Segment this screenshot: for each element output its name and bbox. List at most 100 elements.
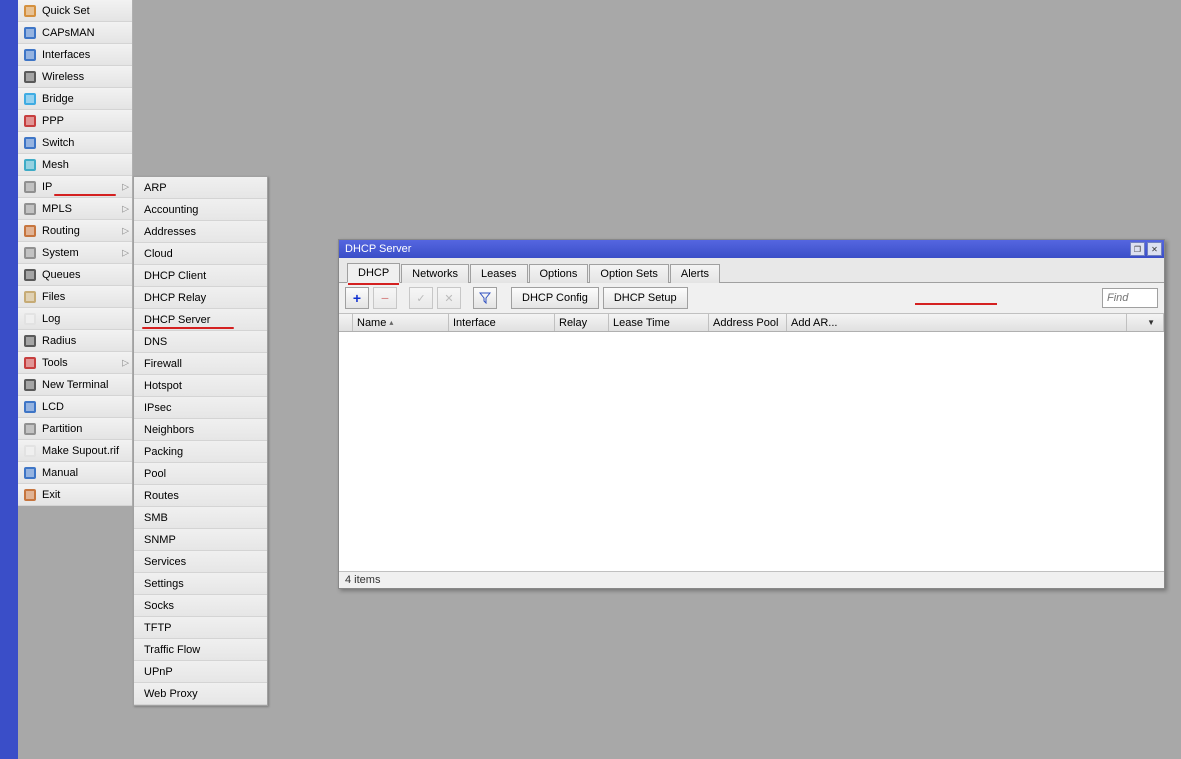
window-close-button[interactable]: ✕: [1147, 242, 1162, 256]
submenu-item-dhcp-server[interactable]: DHCP Server: [134, 309, 267, 331]
sidebar-item-interfaces[interactable]: Interfaces: [18, 44, 132, 66]
submenu-item-dhcp-client[interactable]: DHCP Client: [134, 265, 267, 287]
sidebar-item-exit[interactable]: Exit: [18, 484, 132, 506]
sidebar-item-ip[interactable]: IP▷: [18, 176, 132, 198]
submenu-item-socks[interactable]: Socks: [134, 595, 267, 617]
sidebar-item-label: Quick Set: [42, 5, 90, 17]
sidebar-item-quick-set[interactable]: Quick Set: [18, 0, 132, 22]
submenu-item-settings[interactable]: Settings: [134, 573, 267, 595]
enable-button[interactable]: ✓: [409, 287, 433, 309]
sidebar-item-ppp[interactable]: PPP: [18, 110, 132, 132]
submenu-item-pool[interactable]: Pool: [134, 463, 267, 485]
submenu-item-upnp[interactable]: UPnP: [134, 661, 267, 683]
sidebar-item-label: PPP: [42, 115, 64, 127]
find-input[interactable]: [1102, 288, 1158, 308]
submenu-item-neighbors[interactable]: Neighbors: [134, 419, 267, 441]
sidebar-item-wireless[interactable]: Wireless: [18, 66, 132, 88]
sidebar-item-make-supout-rif[interactable]: Make Supout.rif: [18, 440, 132, 462]
ip-submenu: ARPAccountingAddressesCloudDHCP ClientDH…: [133, 176, 268, 706]
window-titlebar[interactable]: DHCP Server ❐ ✕: [339, 240, 1164, 258]
sidebar-item-routing[interactable]: Routing▷: [18, 220, 132, 242]
submenu-item-label: Services: [144, 556, 186, 568]
sidebar-item-bridge[interactable]: Bridge: [18, 88, 132, 110]
submenu-item-traffic-flow[interactable]: Traffic Flow: [134, 639, 267, 661]
funnel-icon: [479, 292, 491, 304]
column-header-flag[interactable]: [339, 314, 353, 331]
sidebar-item-system[interactable]: System▷: [18, 242, 132, 264]
submenu-item-label: Traffic Flow: [144, 644, 200, 656]
tab-label: Alerts: [681, 268, 709, 280]
sidebar-item-label: Radius: [42, 335, 76, 347]
tab-options[interactable]: Options: [529, 264, 589, 283]
window-restore-button[interactable]: ❐: [1130, 242, 1145, 256]
tab-option-sets[interactable]: Option Sets: [589, 264, 668, 283]
submenu-item-web-proxy[interactable]: Web Proxy: [134, 683, 267, 705]
disable-button[interactable]: ✕: [437, 287, 461, 309]
submenu-item-packing[interactable]: Packing: [134, 441, 267, 463]
column-chooser-button[interactable]: ▼: [1127, 314, 1164, 331]
sidebar-item-partition[interactable]: Partition: [18, 418, 132, 440]
sidebar-item-label: New Terminal: [42, 379, 108, 391]
sidebar-item-new-terminal[interactable]: New Terminal: [18, 374, 132, 396]
sidebar-item-label: CAPsMAN: [42, 27, 95, 39]
remove-button[interactable]: −: [373, 287, 397, 309]
lcd-icon: [22, 399, 38, 415]
sidebar-item-lcd[interactable]: LCD: [18, 396, 132, 418]
column-label: Lease Time: [613, 317, 670, 329]
sidebar-item-mpls[interactable]: MPLS▷: [18, 198, 132, 220]
submenu-item-label: Web Proxy: [144, 688, 198, 700]
sidebar-item-queues[interactable]: Queues: [18, 264, 132, 286]
submenu-item-services[interactable]: Services: [134, 551, 267, 573]
sidebar-item-manual[interactable]: Manual: [18, 462, 132, 484]
submenu-item-label: Socks: [144, 600, 174, 612]
sidebar-item-files[interactable]: Files: [18, 286, 132, 308]
submenu-item-snmp[interactable]: SNMP: [134, 529, 267, 551]
left-blue-bar: [0, 0, 18, 759]
submenu-item-tftp[interactable]: TFTP: [134, 617, 267, 639]
wireless-icon: [22, 69, 38, 85]
submenu-item-hotspot[interactable]: Hotspot: [134, 375, 267, 397]
tab-label: DHCP: [358, 267, 389, 279]
column-header-relay[interactable]: Relay: [555, 314, 609, 331]
sidebar-item-mesh[interactable]: Mesh: [18, 154, 132, 176]
sidebar-item-switch[interactable]: Switch: [18, 132, 132, 154]
radius-icon: [22, 333, 38, 349]
tab-alerts[interactable]: Alerts: [670, 264, 720, 283]
column-header-address-pool[interactable]: Address Pool: [709, 314, 787, 331]
tab-networks[interactable]: Networks: [401, 264, 469, 283]
column-header-name[interactable]: Name▴: [353, 314, 449, 331]
submenu-item-dns[interactable]: DNS: [134, 331, 267, 353]
table-body[interactable]: [339, 332, 1164, 572]
manual-icon: [22, 465, 38, 481]
chevron-down-icon: ▼: [1147, 318, 1155, 327]
toolbar: + − ✓ ✕ DHCP Config DHCP Setup: [339, 283, 1164, 314]
submenu-item-addresses[interactable]: Addresses: [134, 221, 267, 243]
filter-button[interactable]: [473, 287, 497, 309]
tab-label: Leases: [481, 268, 516, 280]
chevron-right-icon: ▷: [122, 247, 129, 258]
dhcp-setup-button[interactable]: DHCP Setup: [603, 287, 688, 309]
sidebar-item-log[interactable]: Log: [18, 308, 132, 330]
ip-icon: [22, 179, 38, 195]
submenu-item-smb[interactable]: SMB: [134, 507, 267, 529]
column-header-add-ar-[interactable]: Add AR...: [787, 314, 1127, 331]
sidebar-item-label: Files: [42, 291, 65, 303]
sidebar-item-label: Mesh: [42, 159, 69, 171]
submenu-item-arp[interactable]: ARP: [134, 177, 267, 199]
submenu-item-cloud[interactable]: Cloud: [134, 243, 267, 265]
tab-dhcp[interactable]: DHCP: [347, 263, 400, 283]
tab-leases[interactable]: Leases: [470, 264, 527, 283]
sidebar-item-tools[interactable]: Tools▷: [18, 352, 132, 374]
submenu-item-ipsec[interactable]: IPsec: [134, 397, 267, 419]
add-button[interactable]: +: [345, 287, 369, 309]
tab-label: Option Sets: [600, 268, 657, 280]
dhcp-config-button[interactable]: DHCP Config: [511, 287, 599, 309]
column-header-interface[interactable]: Interface: [449, 314, 555, 331]
submenu-item-routes[interactable]: Routes: [134, 485, 267, 507]
submenu-item-dhcp-relay[interactable]: DHCP Relay: [134, 287, 267, 309]
column-header-lease-time[interactable]: Lease Time: [609, 314, 709, 331]
submenu-item-firewall[interactable]: Firewall: [134, 353, 267, 375]
submenu-item-accounting[interactable]: Accounting: [134, 199, 267, 221]
sidebar-item-radius[interactable]: Radius: [18, 330, 132, 352]
sidebar-item-capsman[interactable]: CAPsMAN: [18, 22, 132, 44]
